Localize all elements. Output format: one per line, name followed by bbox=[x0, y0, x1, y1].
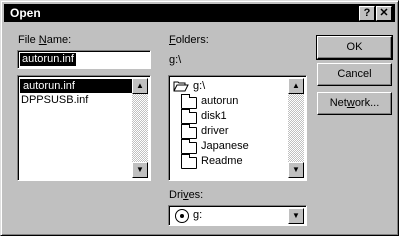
file-name-label: File Name: bbox=[18, 34, 72, 46]
folder-icon bbox=[181, 154, 197, 169]
drive-value: g: bbox=[193, 209, 203, 221]
scroll-down-arrow-icon[interactable]: ▼ bbox=[288, 162, 304, 178]
cd-drive-icon bbox=[175, 209, 189, 223]
folders-label: Folders: bbox=[169, 34, 209, 46]
close-button[interactable]: ✕ bbox=[376, 6, 392, 21]
drives-select[interactable]: g: ▼ bbox=[168, 205, 307, 226]
chevron-down-icon[interactable]: ▼ bbox=[288, 208, 304, 224]
file-list-item[interactable]: DPPSUSB.inf bbox=[21, 93, 88, 107]
folder-icon bbox=[181, 109, 197, 124]
network-button[interactable]: Network... bbox=[317, 92, 392, 115]
folder-icon bbox=[181, 94, 197, 109]
cancel-button[interactable]: Cancel bbox=[317, 63, 392, 86]
scroll-down-arrow-icon[interactable]: ▼ bbox=[132, 162, 148, 178]
current-path: g:\ bbox=[169, 54, 182, 66]
title-bar[interactable]: Open ? ✕ bbox=[4, 4, 395, 22]
scroll-up-arrow-icon[interactable]: ▲ bbox=[132, 78, 148, 94]
help-button[interactable]: ? bbox=[359, 6, 375, 21]
ok-button[interactable]: OK bbox=[316, 35, 393, 60]
file-list[interactable]: autorun.inf DPPSUSB.inf ▲ ▼ bbox=[17, 75, 151, 181]
dialog-title: Open bbox=[10, 6, 41, 20]
folder-icon bbox=[181, 139, 197, 154]
folder-icon bbox=[181, 124, 197, 139]
open-dialog: Open ? ✕ File Name: autorun.inf autorun.… bbox=[0, 0, 399, 236]
folder-list[interactable]: g:\ autorun disk1 driver Japanese Readme… bbox=[168, 75, 307, 181]
file-name-input[interactable]: autorun.inf bbox=[17, 50, 151, 69]
file-list-scrollbar[interactable]: ▲ ▼ bbox=[132, 78, 148, 178]
file-name-value: autorun.inf bbox=[20, 53, 76, 66]
open-folder-icon bbox=[173, 81, 189, 92]
scroll-up-arrow-icon[interactable]: ▲ bbox=[288, 78, 304, 94]
drives-label: Drives: bbox=[169, 189, 204, 201]
folder-list-scrollbar[interactable]: ▲ ▼ bbox=[288, 78, 304, 178]
file-list-item[interactable]: autorun.inf bbox=[20, 79, 132, 93]
